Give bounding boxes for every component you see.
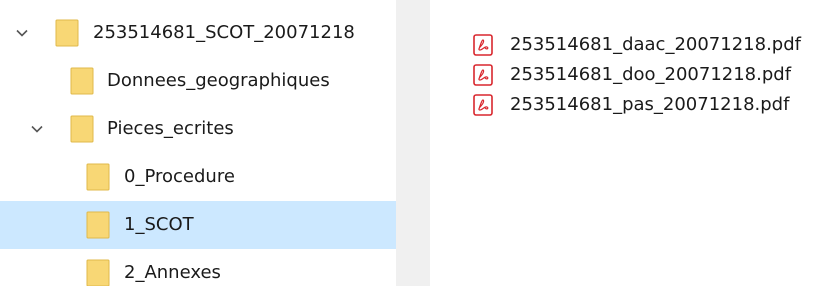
folder-icon — [86, 211, 110, 239]
file-list: 253514681_daac_20071218.pdf 253514681_do… — [430, 0, 830, 286]
tree-item-2-annexes[interactable]: 2_Annexes — [0, 249, 396, 286]
tree-item-label: 2_Annexes — [124, 262, 221, 283]
folder-icon — [86, 163, 110, 191]
navigation-tree: 253514681_SCOT_20071218 Donnees_geograph… — [0, 0, 396, 286]
tree-item-label: 0_Procedure — [124, 166, 235, 187]
tree-item-donnees-geographiques[interactable]: Donnees_geographiques — [0, 57, 396, 105]
tree-item-label: 1_SCOT — [124, 214, 194, 235]
file-item[interactable]: 253514681_pas_20071218.pdf — [430, 90, 830, 120]
pdf-icon — [473, 34, 493, 56]
file-name: 253514681_pas_20071218.pdf — [510, 94, 790, 115]
file-item[interactable]: 253514681_daac_20071218.pdf — [430, 30, 830, 60]
tree-item-253514681-scot-20071218[interactable]: 253514681_SCOT_20071218 — [0, 9, 396, 57]
pdf-icon — [473, 94, 493, 116]
tree-scrollbar[interactable] — [396, 0, 430, 286]
tree-item-label: Donnees_geographiques — [107, 70, 330, 91]
folder-icon — [55, 19, 79, 47]
tree-item-1-scot[interactable]: 1_SCOT — [0, 201, 396, 249]
tree-item-0-procedure[interactable]: 0_Procedure — [0, 153, 396, 201]
tree-item-label: 253514681_SCOT_20071218 — [93, 22, 355, 43]
folder-icon — [70, 115, 94, 143]
file-explorer-window: 253514681_SCOT_20071218 Donnees_geograph… — [0, 0, 830, 286]
tree-item-pieces-ecrites[interactable]: Pieces_ecrites — [0, 105, 396, 153]
folder-icon — [70, 67, 94, 95]
pdf-icon — [473, 64, 493, 86]
folder-icon — [86, 259, 110, 286]
file-name: 253514681_doo_20071218.pdf — [510, 64, 792, 85]
file-name: 253514681_daac_20071218.pdf — [510, 34, 801, 55]
tree-item-label: Pieces_ecrites — [107, 118, 234, 139]
chevron-down-icon[interactable] — [29, 121, 45, 137]
file-item[interactable]: 253514681_doo_20071218.pdf — [430, 60, 830, 90]
chevron-down-icon[interactable] — [14, 25, 30, 41]
